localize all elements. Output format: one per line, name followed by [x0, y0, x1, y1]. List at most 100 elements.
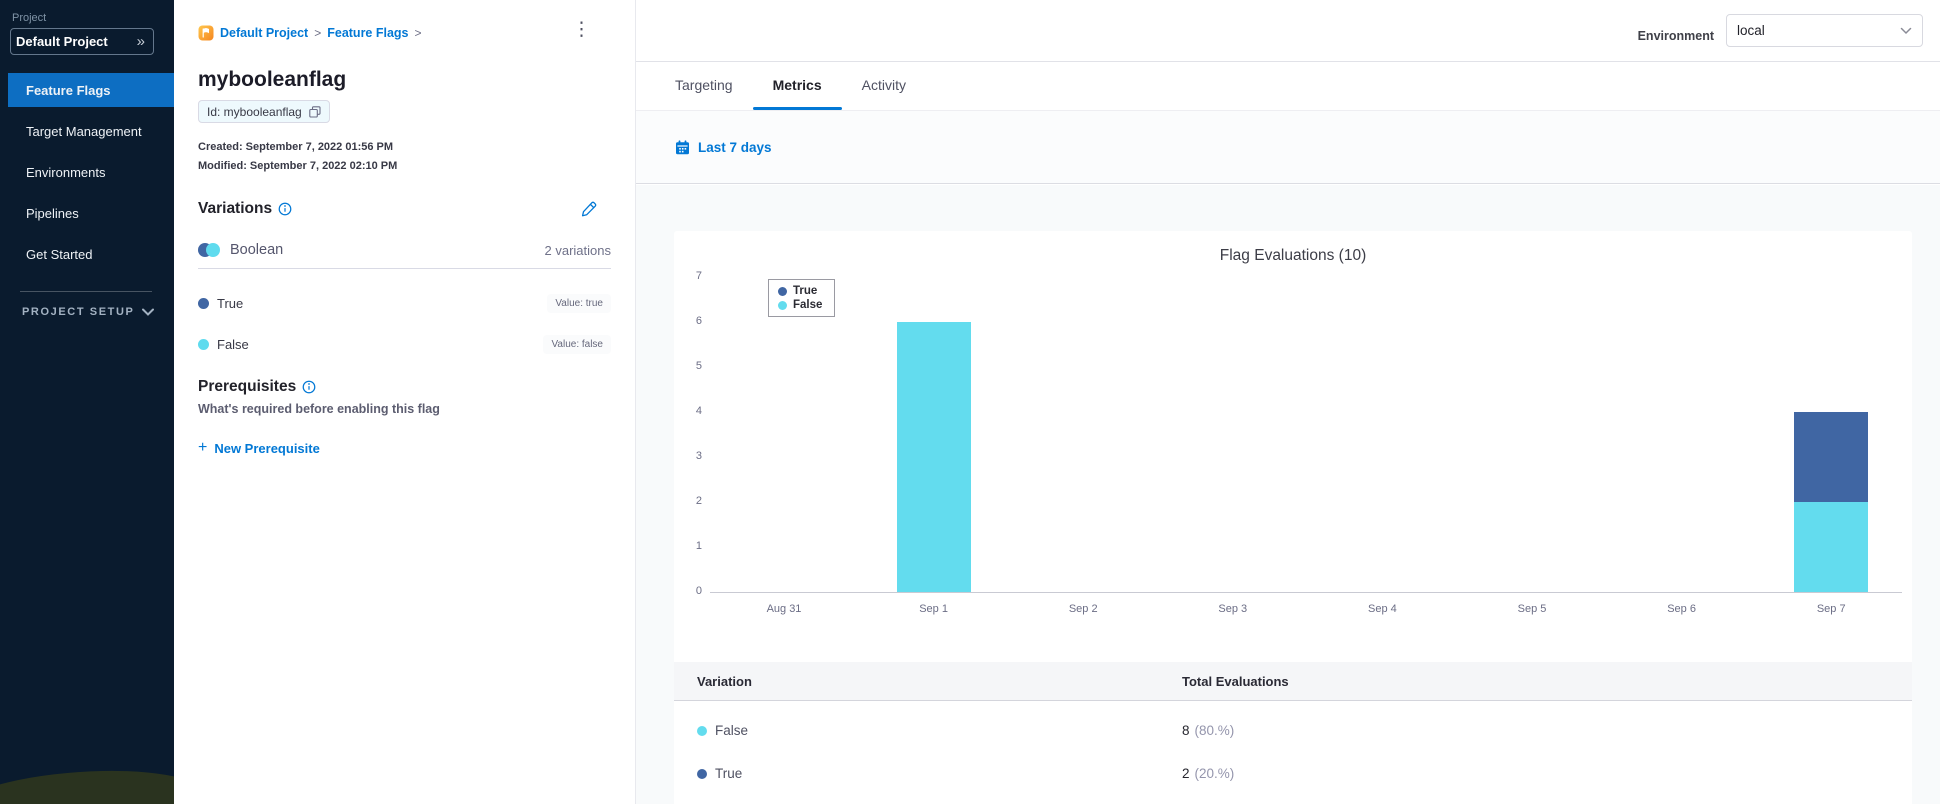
variation-value-chip: Value: false [543, 334, 611, 354]
variation-value-chip: Value: true [547, 293, 611, 313]
flag-options-menu-icon[interactable]: ⋮ [572, 20, 591, 39]
breadcrumb: Default Project > Feature Flags > [198, 25, 422, 41]
prerequisites-heading-text: Prerequisites [198, 378, 297, 395]
breadcrumb-link-project[interactable]: Default Project [220, 26, 308, 40]
legend-label: True [793, 285, 818, 297]
project-selector[interactable]: Default Project » [10, 28, 154, 55]
cell-total-evaluations: 8 (80.%) [1182, 709, 1234, 752]
feature-flag-icon [198, 25, 214, 41]
double-chevron-icon: » [136, 33, 145, 50]
legend-dot-true [778, 286, 787, 296]
flag-created: Created: September 7, 2022 01:56 PM [198, 141, 394, 153]
variation-count: 2 variations [544, 242, 611, 258]
sidebar-item-feature-flags[interactable]: Feature Flags [8, 73, 174, 107]
x-axis-label: Sep 7 [1816, 603, 1846, 615]
sidebar-item-target-management[interactable]: Target Management [0, 111, 174, 152]
y-axis-tick: 2 [695, 495, 702, 507]
project-name: Default Project [16, 34, 108, 49]
true-variation-dot [697, 768, 707, 779]
cell-total-evaluations: 2 (20.%) [1182, 752, 1234, 795]
variation-false: False [198, 337, 249, 352]
x-axis-label: Sep 5 [1517, 603, 1547, 615]
app-root: Project Default Project » Feature Flags T… [0, 0, 1940, 804]
new-prerequisite-label: New Prerequisite [214, 440, 320, 456]
variations-divider [198, 268, 611, 269]
metrics-content: Flag Evaluations (10) True False 0 1 2 3 4 5 6 7… [636, 185, 1940, 804]
flag-title: mybooleanflag [198, 68, 347, 91]
bar-false-sep-1[interactable] [896, 322, 971, 592]
y-axis-tick: 5 [695, 360, 702, 372]
calendar-icon [676, 139, 689, 154]
chart-title: Flag Evaluations (10) [1219, 247, 1367, 264]
legend-item-false: False [778, 299, 822, 311]
total-percent: (80.%) [1194, 723, 1235, 738]
tab-targeting[interactable]: Targeting [655, 62, 753, 110]
breadcrumb-separator: > [414, 26, 422, 40]
column-header-total-evaluations: Total Evaluations [1182, 674, 1289, 689]
flag-evaluations-card: Flag Evaluations (10) True False 0 1 2 3 4 5 6 7… [674, 231, 1912, 804]
variations-heading: Variations [198, 200, 292, 218]
chart-legend: True False [768, 279, 836, 317]
decorative-shape [0, 763, 174, 804]
x-axis-label: Sep 2 [1068, 603, 1098, 615]
sidebar-item-get-started[interactable]: Get Started [0, 234, 174, 275]
variation-name: True [715, 766, 743, 781]
sidebar-item-pipelines[interactable]: Pipelines [0, 193, 174, 234]
project-setup-label: PROJECT SETUP [22, 306, 135, 318]
false-variation-dot [697, 725, 707, 736]
copy-icon[interactable] [308, 105, 321, 118]
column-header-variation: Variation [697, 674, 752, 689]
sidebar: Project Default Project » Feature Flags T… [0, 0, 174, 804]
prerequisites-heading: Prerequisites [198, 378, 316, 396]
total-percent: (20.%) [1194, 766, 1235, 781]
evaluations-table-header: Variation Total Evaluations [674, 662, 1912, 701]
plus-icon: + [198, 439, 208, 456]
breadcrumb-separator: > [314, 26, 322, 40]
x-axis-label: Sep 3 [1218, 603, 1248, 615]
false-variation-dot [198, 338, 209, 350]
flag-modified: Modified: September 7, 2022 02:10 PM [198, 160, 398, 172]
variation-row-false: False Value: false [198, 325, 611, 363]
bar-true-sep-7[interactable] [1794, 412, 1869, 502]
prerequisites-description: What's required before enabling this fla… [198, 402, 440, 416]
y-axis-tick: 4 [695, 405, 702, 417]
legend-label: False [793, 299, 823, 311]
total-count: 8 [1182, 723, 1190, 738]
sidebar-nav: Feature Flags Target Management Environmen… [0, 70, 174, 275]
environment-bar: Environment local [636, 0, 1940, 62]
flag-detail-panel: Default Project > Feature Flags > ⋮ mybo… [174, 0, 635, 804]
variation-row-true: True Value: true [198, 284, 611, 322]
variation-name: True [217, 295, 244, 311]
project-label: Project [12, 12, 47, 24]
y-axis-tick: 3 [695, 450, 702, 462]
environment-select[interactable]: local [1726, 14, 1923, 47]
y-axis-tick: 6 [695, 315, 702, 327]
variation-name: False [715, 723, 749, 738]
table-row-false[interactable]: False 8 (80.%) [674, 709, 1912, 752]
flag-id-chip[interactable]: Id: mybooleanflag [198, 100, 330, 123]
y-axis-tick: 0 [695, 585, 702, 597]
table-row-true[interactable]: True 2 (20.%) [674, 752, 1912, 795]
cell-variation: True [697, 752, 742, 795]
chevron-down-icon [142, 308, 154, 316]
x-axis-label: Sep 6 [1667, 603, 1696, 615]
info-icon[interactable] [278, 202, 292, 216]
date-range-picker[interactable]: Last 7 days [698, 140, 772, 155]
edit-variations-icon[interactable] [581, 201, 597, 217]
tab-metrics[interactable]: Metrics [752, 62, 842, 110]
sidebar-item-project-setup[interactable]: PROJECT SETUP [22, 306, 154, 318]
breadcrumb-link-feature-flags[interactable]: Feature Flags [327, 26, 408, 40]
new-prerequisite-button[interactable]: + New Prerequisite [198, 440, 320, 456]
environment-label: Environment [1637, 28, 1714, 43]
tab-activity[interactable]: Activity [842, 62, 926, 110]
variation-name: False [217, 336, 249, 352]
main-panel: Environment local Targeting Metrics Activi… [635, 0, 1940, 804]
evaluations-table-body: False 8 (80.%) True 2 (20.%) [674, 701, 1912, 795]
legend-dot-false [778, 300, 787, 310]
sidebar-item-environments[interactable]: Environments [0, 152, 174, 193]
total-count: 2 [1182, 766, 1190, 781]
cell-variation: False [697, 709, 748, 752]
info-icon[interactable] [302, 380, 316, 394]
bar-false-sep-7[interactable] [1794, 502, 1869, 592]
flag-type-label: Boolean [230, 242, 284, 258]
